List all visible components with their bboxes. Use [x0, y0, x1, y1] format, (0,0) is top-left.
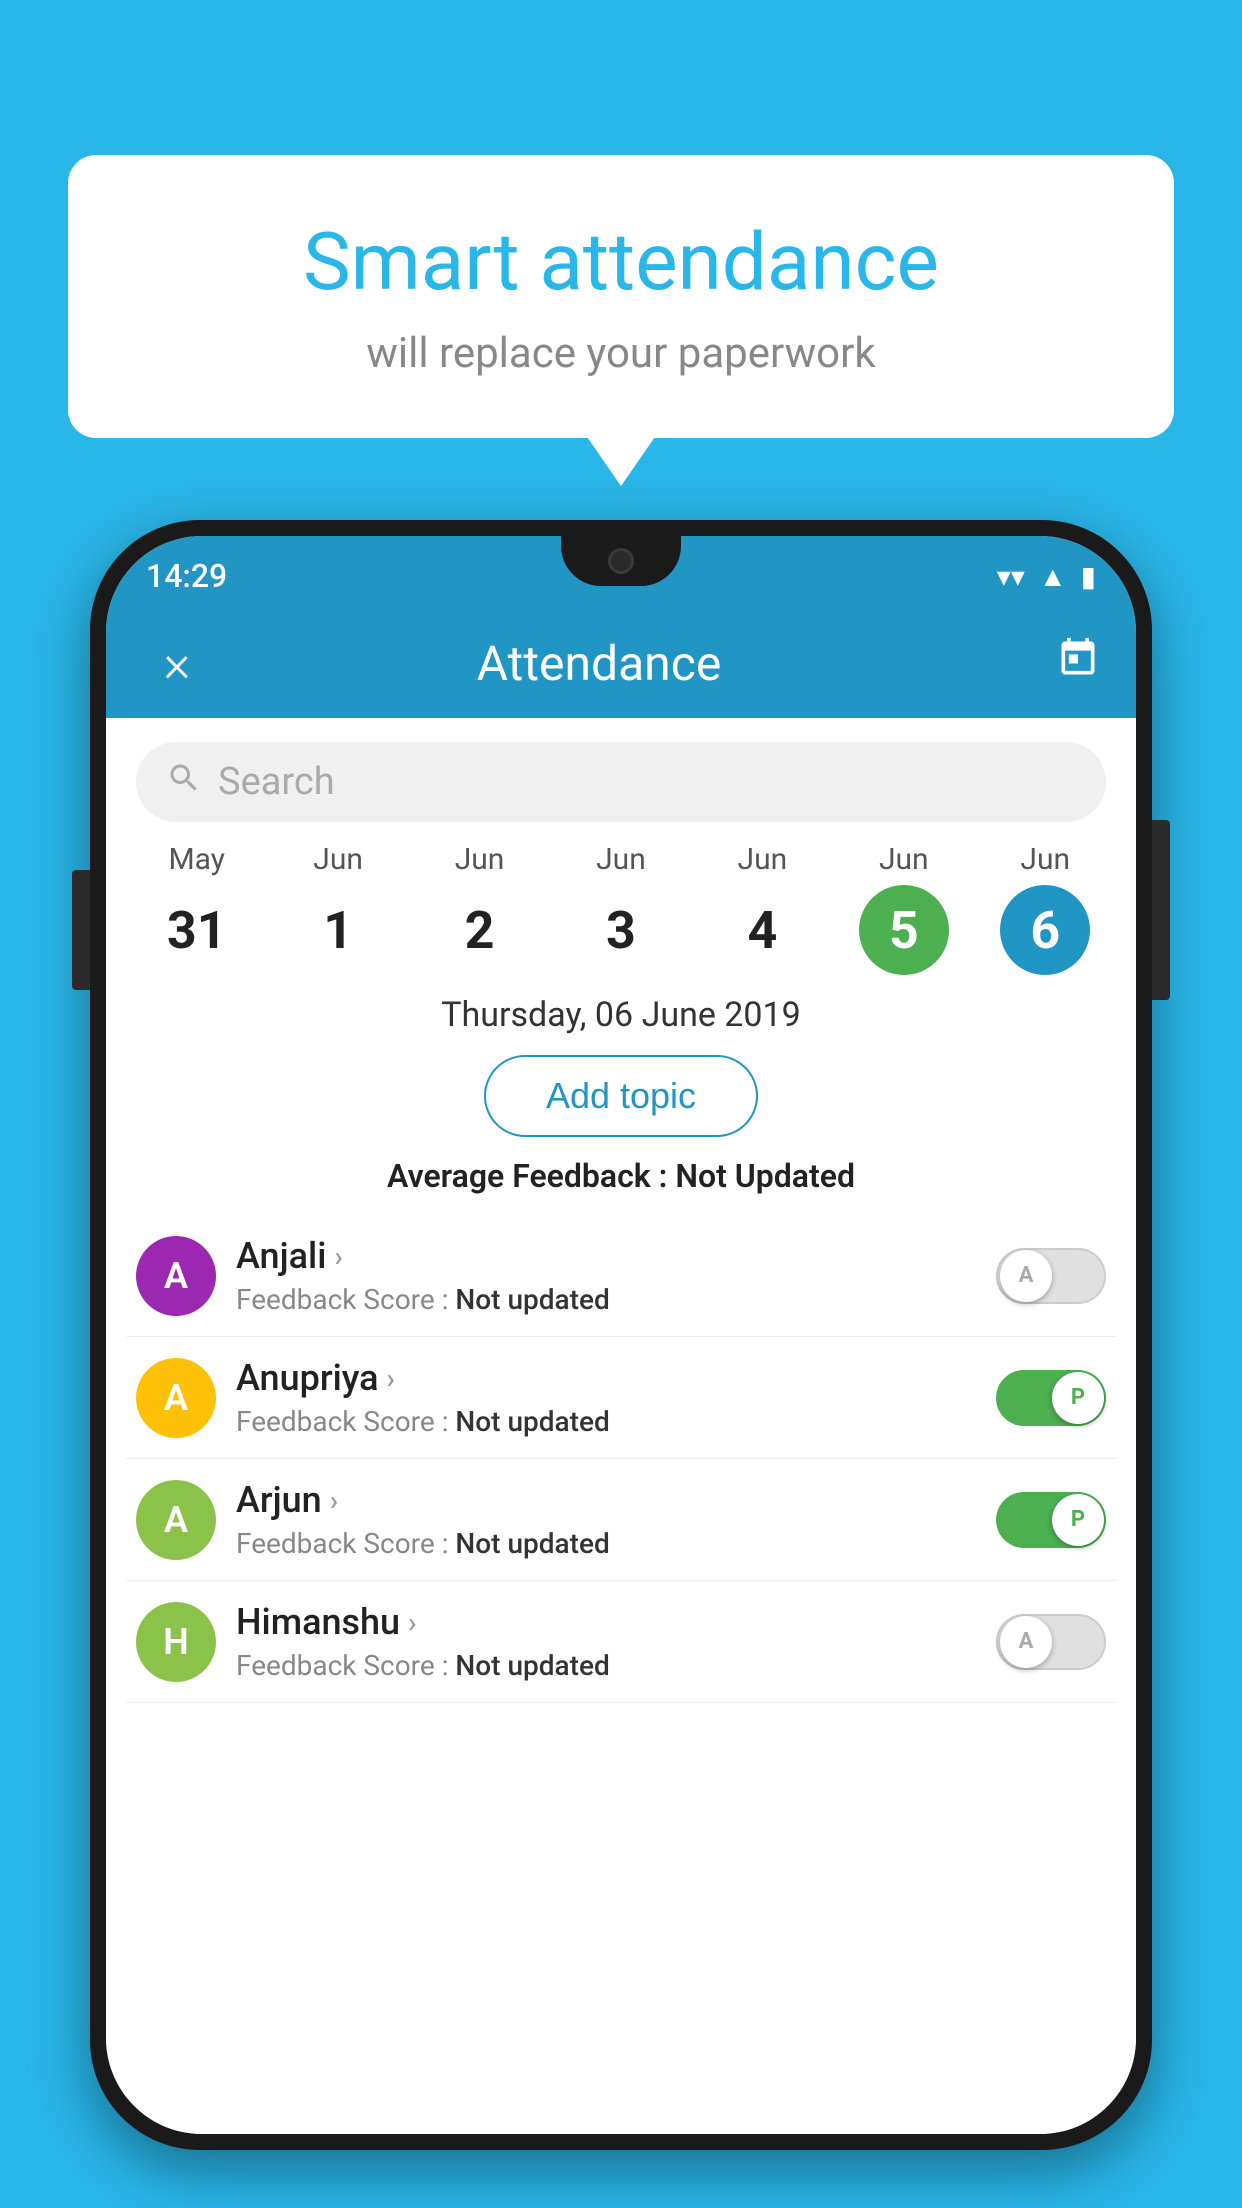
date-month-0: May	[168, 842, 224, 877]
app-bar: × Attendance	[106, 608, 1136, 718]
add-topic-button[interactable]: Add topic	[484, 1055, 758, 1137]
date-item-4[interactable]: Jun 4	[717, 842, 807, 975]
attendance-toggle-0[interactable]: A	[996, 1248, 1106, 1304]
student-avatar-3: H	[136, 1602, 216, 1682]
student-item-0[interactable]: A Anjali› Feedback Score : Not updated A	[126, 1215, 1116, 1337]
toggle-container-3[interactable]: A	[996, 1614, 1106, 1670]
content-area: Search May 31 Jun 1 Jun 2 Jun 3 Jun 4 Jun 5 Jun 6 Thu…	[106, 718, 1136, 2134]
battery-icon: ▮	[1081, 560, 1096, 593]
feedback-score-0: Feedback Score : Not updated	[236, 1283, 976, 1316]
chevron-icon-2: ›	[330, 1484, 338, 1517]
date-item-6[interactable]: Jun 6	[1000, 842, 1090, 975]
student-item-1[interactable]: A Anupriya› Feedback Score : Not updated P	[126, 1337, 1116, 1459]
student-info-0: Anjali› Feedback Score : Not updated	[236, 1235, 976, 1316]
date-day-2[interactable]: 2	[435, 885, 525, 975]
status-time: 14:29	[146, 557, 227, 595]
attendance-toggle-1[interactable]: P	[996, 1370, 1106, 1426]
date-month-4: Jun	[738, 842, 788, 877]
student-name-2: Arjun›	[236, 1479, 976, 1521]
student-name-3: Himanshu›	[236, 1601, 976, 1643]
selected-date-label: Thursday, 06 June 2019	[106, 995, 1136, 1035]
calendar-button[interactable]	[1056, 636, 1100, 691]
date-item-3[interactable]: Jun 3	[576, 842, 666, 975]
feedback-score-1: Feedback Score : Not updated	[236, 1405, 976, 1438]
student-info-3: Himanshu› Feedback Score : Not updated	[236, 1601, 976, 1682]
date-day-6[interactable]: 6	[1000, 885, 1090, 975]
date-month-3: Jun	[596, 842, 646, 877]
average-feedback: Average Feedback : Not Updated	[106, 1157, 1136, 1195]
date-month-1: Jun	[313, 842, 363, 877]
student-list: AAnjali›Feedback Score : Not updatedAAAn…	[106, 1215, 1136, 1703]
search-placeholder: Search	[218, 760, 335, 804]
date-day-0[interactable]: 31	[152, 885, 242, 975]
date-item-2[interactable]: Jun 2	[435, 842, 525, 975]
student-name-0: Anjali›	[236, 1235, 976, 1277]
date-item-0[interactable]: May 31	[152, 842, 242, 975]
date-day-5[interactable]: 5	[859, 885, 949, 975]
front-camera	[608, 548, 634, 574]
speech-bubble-title: Smart attendance	[118, 215, 1124, 309]
feedback-score-3: Feedback Score : Not updated	[236, 1649, 976, 1682]
signal-icon: ▲	[1039, 560, 1067, 593]
speech-bubble-container: Smart attendance will replace your paper…	[68, 155, 1174, 438]
search-bar[interactable]: Search	[136, 742, 1106, 822]
date-month-5: Jun	[879, 842, 929, 877]
date-item-5[interactable]: Jun 5	[859, 842, 949, 975]
date-day-4[interactable]: 4	[717, 885, 807, 975]
attendance-toggle-2[interactable]: P	[996, 1492, 1106, 1548]
phone-mockup: 14:29 ▾▾ ▲ ▮ × Attendance	[90, 520, 1152, 2150]
toggle-container-2[interactable]: P	[996, 1492, 1106, 1548]
avg-feedback-label: Average Feedback :	[387, 1157, 675, 1195]
status-icons: ▾▾ ▲ ▮	[997, 560, 1096, 593]
toggle-knob-1: P	[1052, 1372, 1104, 1424]
search-icon	[166, 760, 202, 805]
toggle-container-1[interactable]: P	[996, 1370, 1106, 1426]
student-item-3[interactable]: H Himanshu› Feedback Score : Not updated A	[126, 1581, 1116, 1703]
student-avatar-0: A	[136, 1236, 216, 1316]
chevron-icon-3: ›	[408, 1606, 416, 1639]
close-button[interactable]: ×	[142, 633, 212, 694]
avg-feedback-value: Not Updated	[675, 1157, 855, 1195]
chevron-icon-0: ›	[334, 1240, 342, 1273]
toggle-knob-3: A	[1000, 1616, 1052, 1668]
phone-screen: 14:29 ▾▾ ▲ ▮ × Attendance	[106, 536, 1136, 2134]
date-month-6: Jun	[1020, 842, 1070, 877]
date-picker-row: May 31 Jun 1 Jun 2 Jun 3 Jun 4 Jun 5 Jun 6	[106, 822, 1136, 975]
student-avatar-2: A	[136, 1480, 216, 1560]
phone-notch	[561, 536, 681, 586]
attendance-toggle-3[interactable]: A	[996, 1614, 1106, 1670]
date-item-1[interactable]: Jun 1	[293, 842, 383, 975]
date-day-3[interactable]: 3	[576, 885, 666, 975]
feedback-score-2: Feedback Score : Not updated	[236, 1527, 976, 1560]
date-month-2: Jun	[455, 842, 505, 877]
speech-bubble-subtitle: will replace your paperwork	[118, 329, 1124, 378]
chevron-icon-1: ›	[387, 1362, 395, 1395]
toggle-knob-2: P	[1052, 1494, 1104, 1546]
student-item-2[interactable]: A Arjun› Feedback Score : Not updated P	[126, 1459, 1116, 1581]
date-day-1[interactable]: 1	[293, 885, 383, 975]
toggle-container-0[interactable]: A	[996, 1248, 1106, 1304]
student-avatar-1: A	[136, 1358, 216, 1438]
student-info-1: Anupriya› Feedback Score : Not updated	[236, 1357, 976, 1438]
student-info-2: Arjun› Feedback Score : Not updated	[236, 1479, 976, 1560]
phone-body: 14:29 ▾▾ ▲ ▮ × Attendance	[90, 520, 1152, 2150]
speech-bubble: Smart attendance will replace your paper…	[68, 155, 1174, 438]
app-title: Attendance	[212, 635, 986, 692]
toggle-knob-0: A	[1000, 1250, 1052, 1302]
wifi-icon: ▾▾	[997, 560, 1025, 593]
student-name-1: Anupriya›	[236, 1357, 976, 1399]
